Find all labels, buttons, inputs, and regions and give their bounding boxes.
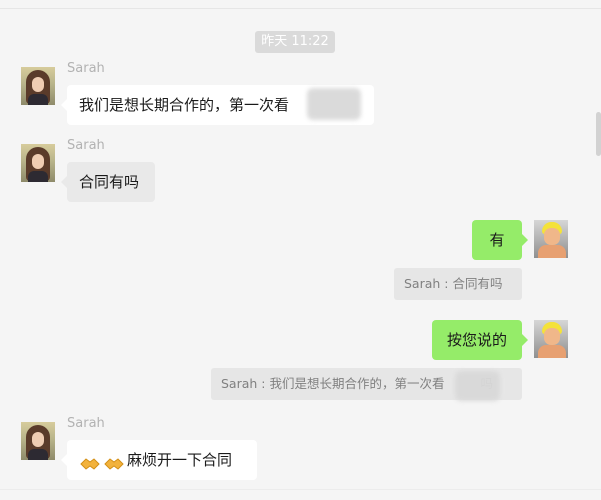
avatar-sarah[interactable] bbox=[21, 67, 55, 105]
message-bubble-incoming[interactable]: 合同有吗 bbox=[61, 162, 155, 202]
avatar-sarah[interactable] bbox=[21, 144, 55, 182]
message-bubble-outgoing[interactable]: 有 bbox=[472, 220, 528, 260]
sender-name: Sarah bbox=[67, 138, 105, 153]
avatar-me[interactable] bbox=[534, 220, 568, 258]
sender-name: Sarah bbox=[67, 61, 105, 76]
handshake-icon bbox=[103, 450, 125, 472]
message-text: 合同有吗 bbox=[79, 173, 140, 191]
sender-name: Sarah bbox=[67, 416, 105, 431]
redaction-blur bbox=[307, 88, 361, 120]
redaction-blur bbox=[455, 371, 500, 401]
avatar-me[interactable] bbox=[534, 320, 568, 358]
bottom-divider bbox=[0, 489, 601, 500]
scrollbar[interactable] bbox=[596, 112, 601, 156]
message-bubble-outgoing[interactable]: 按您说的 bbox=[432, 320, 528, 360]
message-text: 麻烦开一下合同 bbox=[127, 451, 233, 469]
top-divider bbox=[0, 0, 601, 9]
message-text: 按您说的 bbox=[446, 331, 507, 349]
quote-text: Sarah : 合同有吗 bbox=[404, 276, 503, 291]
handshake-icon bbox=[79, 450, 101, 472]
timestamp: 昨天 11:22 bbox=[255, 31, 335, 53]
message-text: 我们是想长期合作的，第一次看 bbox=[79, 96, 290, 114]
quoted-message[interactable]: Sarah : 合同有吗 bbox=[394, 268, 522, 300]
avatar-sarah[interactable] bbox=[21, 422, 55, 460]
message-text: 有 bbox=[489, 231, 505, 249]
message-bubble-incoming[interactable]: 麻烦开一下合同 bbox=[61, 440, 257, 480]
quote-text: Sarah : 我们是想长期合作的，第一次看 bbox=[221, 376, 445, 391]
